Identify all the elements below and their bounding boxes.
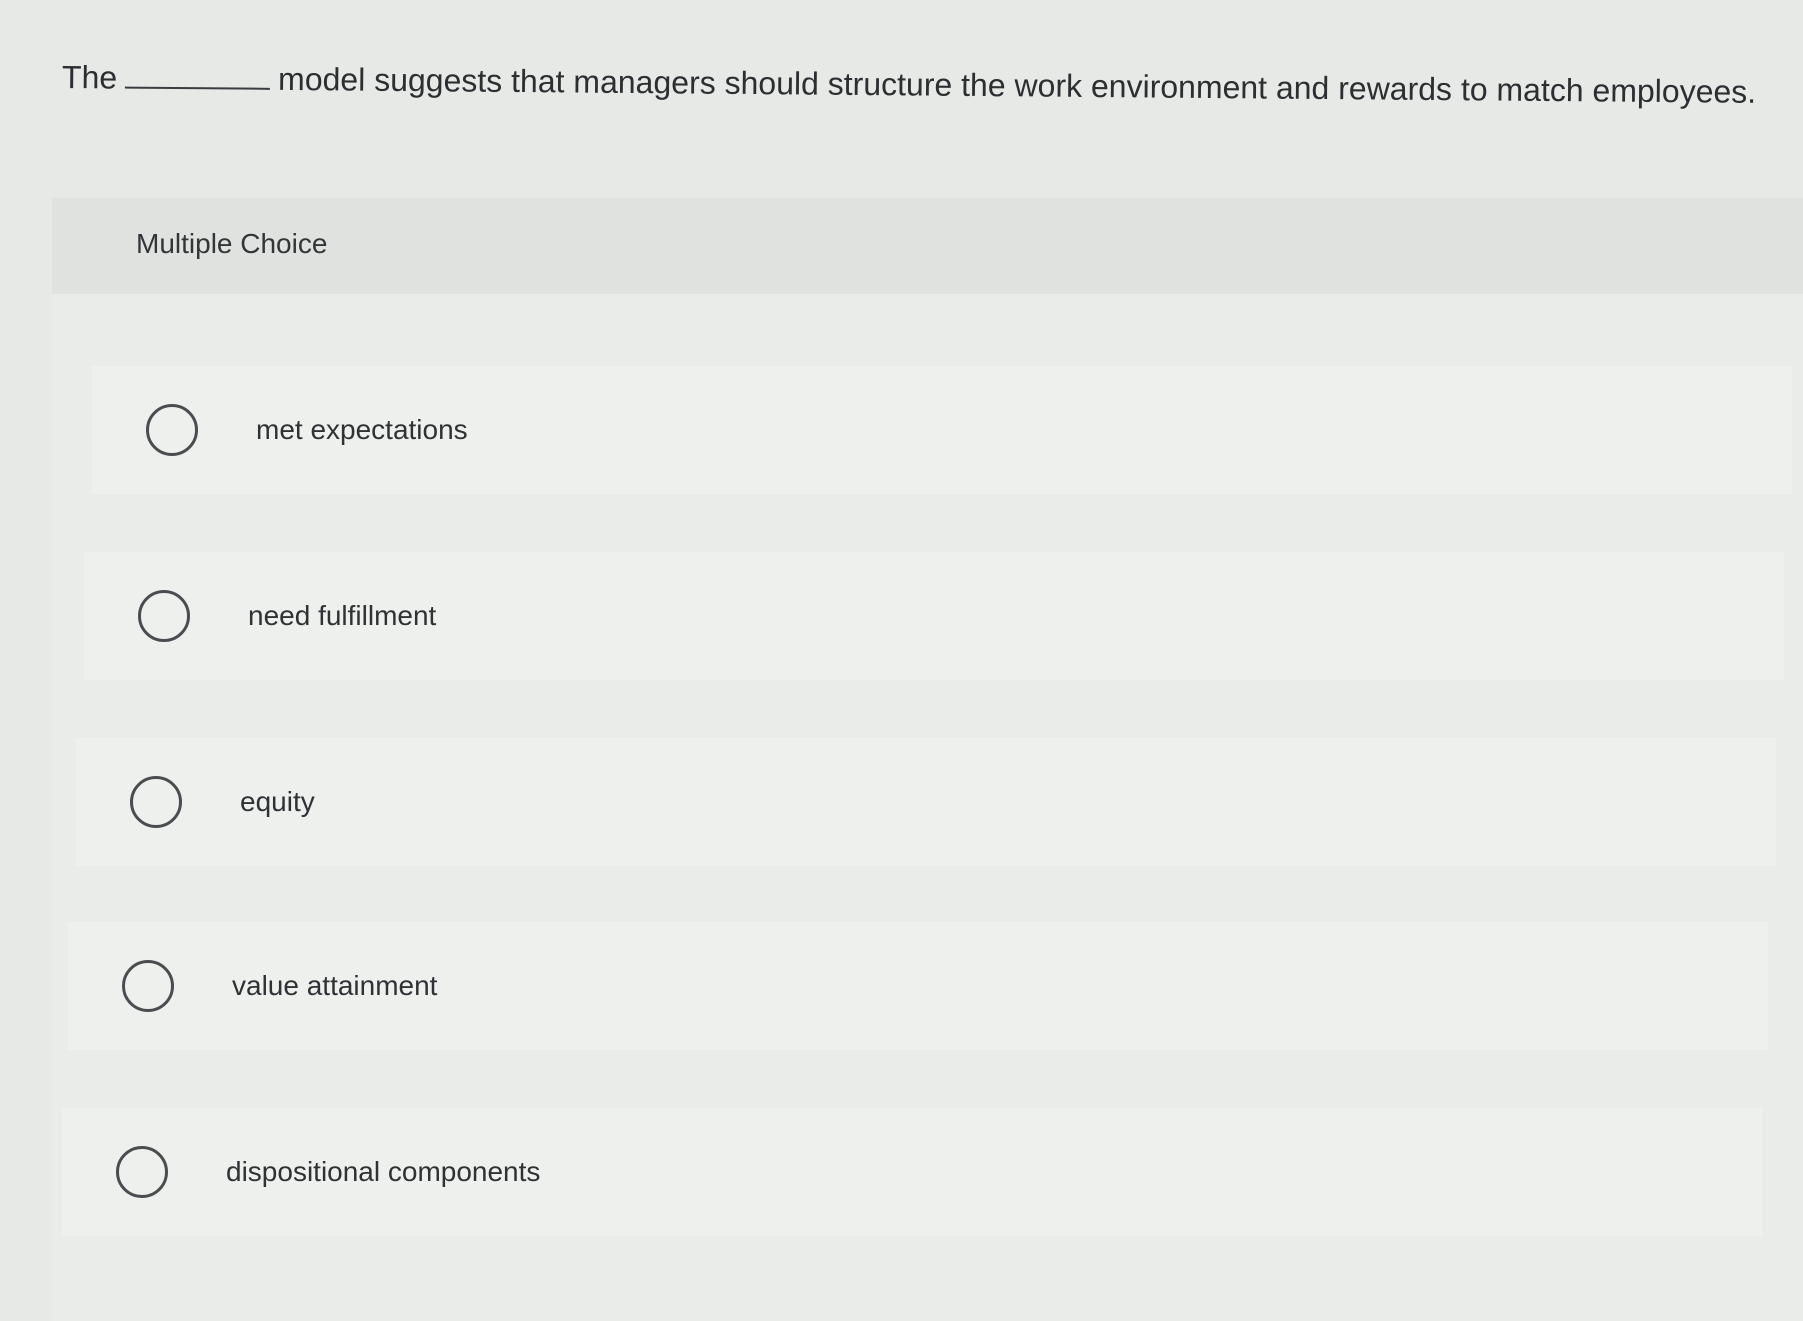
- question-text: The model suggests that managers should s…: [62, 55, 1782, 114]
- question-suffix: model suggests that managers should stru…: [277, 60, 1757, 110]
- option-dispositional-components[interactable]: dispositional components: [62, 1108, 1762, 1236]
- radio-button[interactable]: [138, 590, 190, 642]
- panel-header: Multiple Choice: [52, 198, 1803, 294]
- panel-title: Multiple Choice: [136, 228, 328, 259]
- option-need-fulfillment[interactable]: need fulfillment: [84, 552, 1784, 680]
- radio-button[interactable]: [122, 960, 174, 1012]
- option-label: dispositional components: [226, 1156, 541, 1187]
- option-label: value attainment: [232, 970, 438, 1001]
- question-prefix: The: [61, 59, 118, 96]
- option-label: equity: [240, 786, 315, 817]
- option-label: need fulfillment: [248, 600, 437, 631]
- answer-blank: [125, 58, 271, 90]
- radio-button[interactable]: [130, 776, 182, 828]
- radio-button[interactable]: [146, 404, 198, 456]
- option-met-expectations[interactable]: met expectations: [92, 366, 1792, 494]
- option-equity[interactable]: equity: [76, 738, 1776, 866]
- radio-button[interactable]: [116, 1146, 168, 1198]
- option-value-attainment[interactable]: value attainment: [68, 922, 1768, 1050]
- option-label: met expectations: [256, 414, 468, 445]
